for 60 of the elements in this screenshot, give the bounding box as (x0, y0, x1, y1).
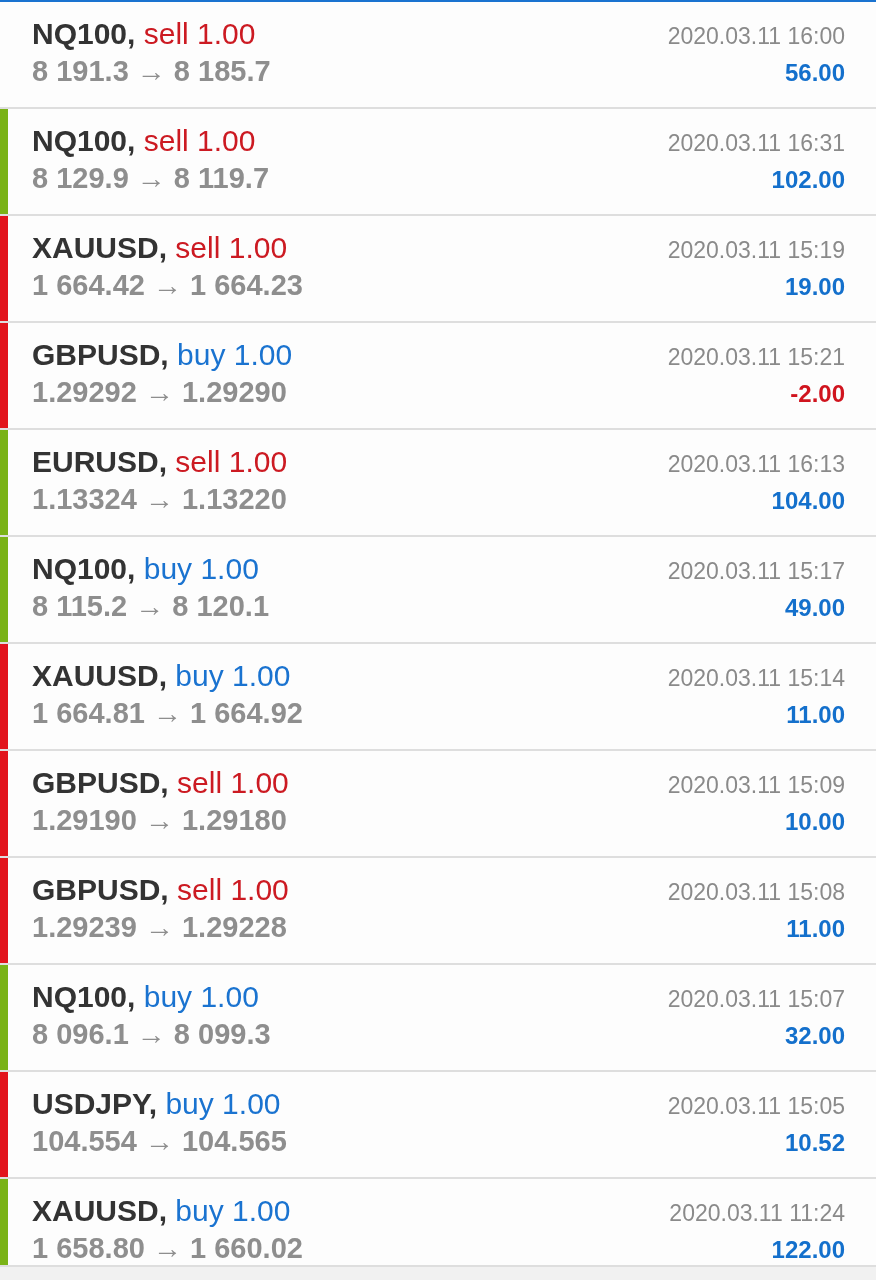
price-range-label: 1 664.81 → 1 664.92 (32, 697, 303, 729)
price-range-label: 8 129.9 → 8 119.7 (32, 162, 270, 194)
order-label: buy 1.00 (165, 1087, 281, 1120)
order-label: buy 1.00 (143, 980, 259, 1013)
symbol-label: NQ100, (32, 980, 136, 1013)
order-label: sell 1.00 (177, 873, 289, 906)
price-range-label: 1.29292 → 1.29290 (32, 376, 287, 408)
timestamp-label: 2020.03.11 16:31 (667, 129, 845, 158)
profit-label: 11.00 (786, 915, 845, 943)
order-label: sell 1.00 (175, 445, 288, 478)
profit-label: 10.52 (784, 1129, 845, 1157)
profit-label: 56.00 (784, 59, 845, 87)
symbol-label: XAUUSD, (32, 659, 167, 692)
order-label: sell 1.00 (175, 231, 288, 264)
timestamp-label: 2020.03.11 15:14 (667, 664, 845, 693)
timestamp-label: 2020.03.11 15:17 (667, 557, 845, 586)
timestamp-label: 2020.03.11 15:08 (667, 878, 845, 907)
symbol-label: EURUSD, (32, 445, 167, 478)
order-label: sell 1.00 (177, 766, 289, 799)
profit-label: 19.00 (784, 273, 845, 301)
symbol-label: GBPUSD, (32, 338, 169, 371)
symbol-label: XAUUSD, (32, 231, 167, 264)
symbol-label: NQ100, (32, 17, 136, 50)
profit-label: 10.00 (784, 808, 845, 836)
timestamp-label: 2020.03.11 15:09 (667, 771, 845, 800)
profit-label: 102.00 (771, 166, 845, 194)
timestamp-label: 2020.03.11 15:19 (667, 236, 845, 265)
price-range-label: 1 664.42 → 1 664.23 (32, 269, 303, 301)
order-label: buy 1.00 (177, 338, 293, 371)
order-label: sell 1.00 (143, 17, 256, 50)
price-range-label: 1 658.80 → 1 660.02 (32, 1232, 303, 1264)
order-label: sell 1.00 (143, 124, 256, 157)
price-range-label: 1.29190 → 1.29180 (32, 804, 287, 836)
timestamp-label: 2020.03.11 16:13 (667, 450, 845, 479)
profit-label: -2.00 (790, 380, 845, 408)
price-range-label: 8 096.1 → 8 099.3 (32, 1018, 271, 1050)
order-label: buy 1.00 (175, 659, 291, 692)
symbol-label: USDJPY, (32, 1087, 158, 1120)
timestamp-label: 2020.03.11 16:00 (667, 22, 845, 51)
order-label: buy 1.00 (175, 1194, 291, 1227)
price-range-label: 1.29239 → 1.29228 (32, 911, 287, 943)
price-range-label: 8 191.3 → 8 185.7 (32, 55, 271, 87)
profit-label: 11.00 (786, 701, 845, 729)
profit-label: 49.00 (784, 594, 845, 622)
profit-label: 32.00 (784, 1022, 845, 1050)
symbol-label: GBPUSD, (32, 766, 169, 799)
symbol-label: NQ100, (32, 552, 136, 585)
order-label: buy 1.00 (143, 552, 259, 585)
symbol-label: NQ100, (32, 124, 136, 157)
timestamp-label: 2020.03.11 15:05 (667, 1092, 845, 1121)
profit-label: 122.00 (771, 1236, 845, 1264)
price-range-label: 1.13324 → 1.13220 (32, 483, 287, 515)
timestamp-label: 2020.03.11 11:24 (669, 1199, 845, 1228)
symbol-label: GBPUSD, (32, 873, 169, 906)
symbol-label: XAUUSD, (32, 1194, 167, 1227)
timestamp-label: 2020.03.11 15:21 (667, 343, 845, 372)
profit-label: 104.00 (771, 487, 845, 515)
price-range-label: 104.554 → 104.565 (32, 1125, 287, 1157)
timestamp-label: 2020.03.11 15:07 (667, 985, 845, 1014)
price-range-label: 8 115.2 → 8 120.1 (32, 590, 270, 622)
